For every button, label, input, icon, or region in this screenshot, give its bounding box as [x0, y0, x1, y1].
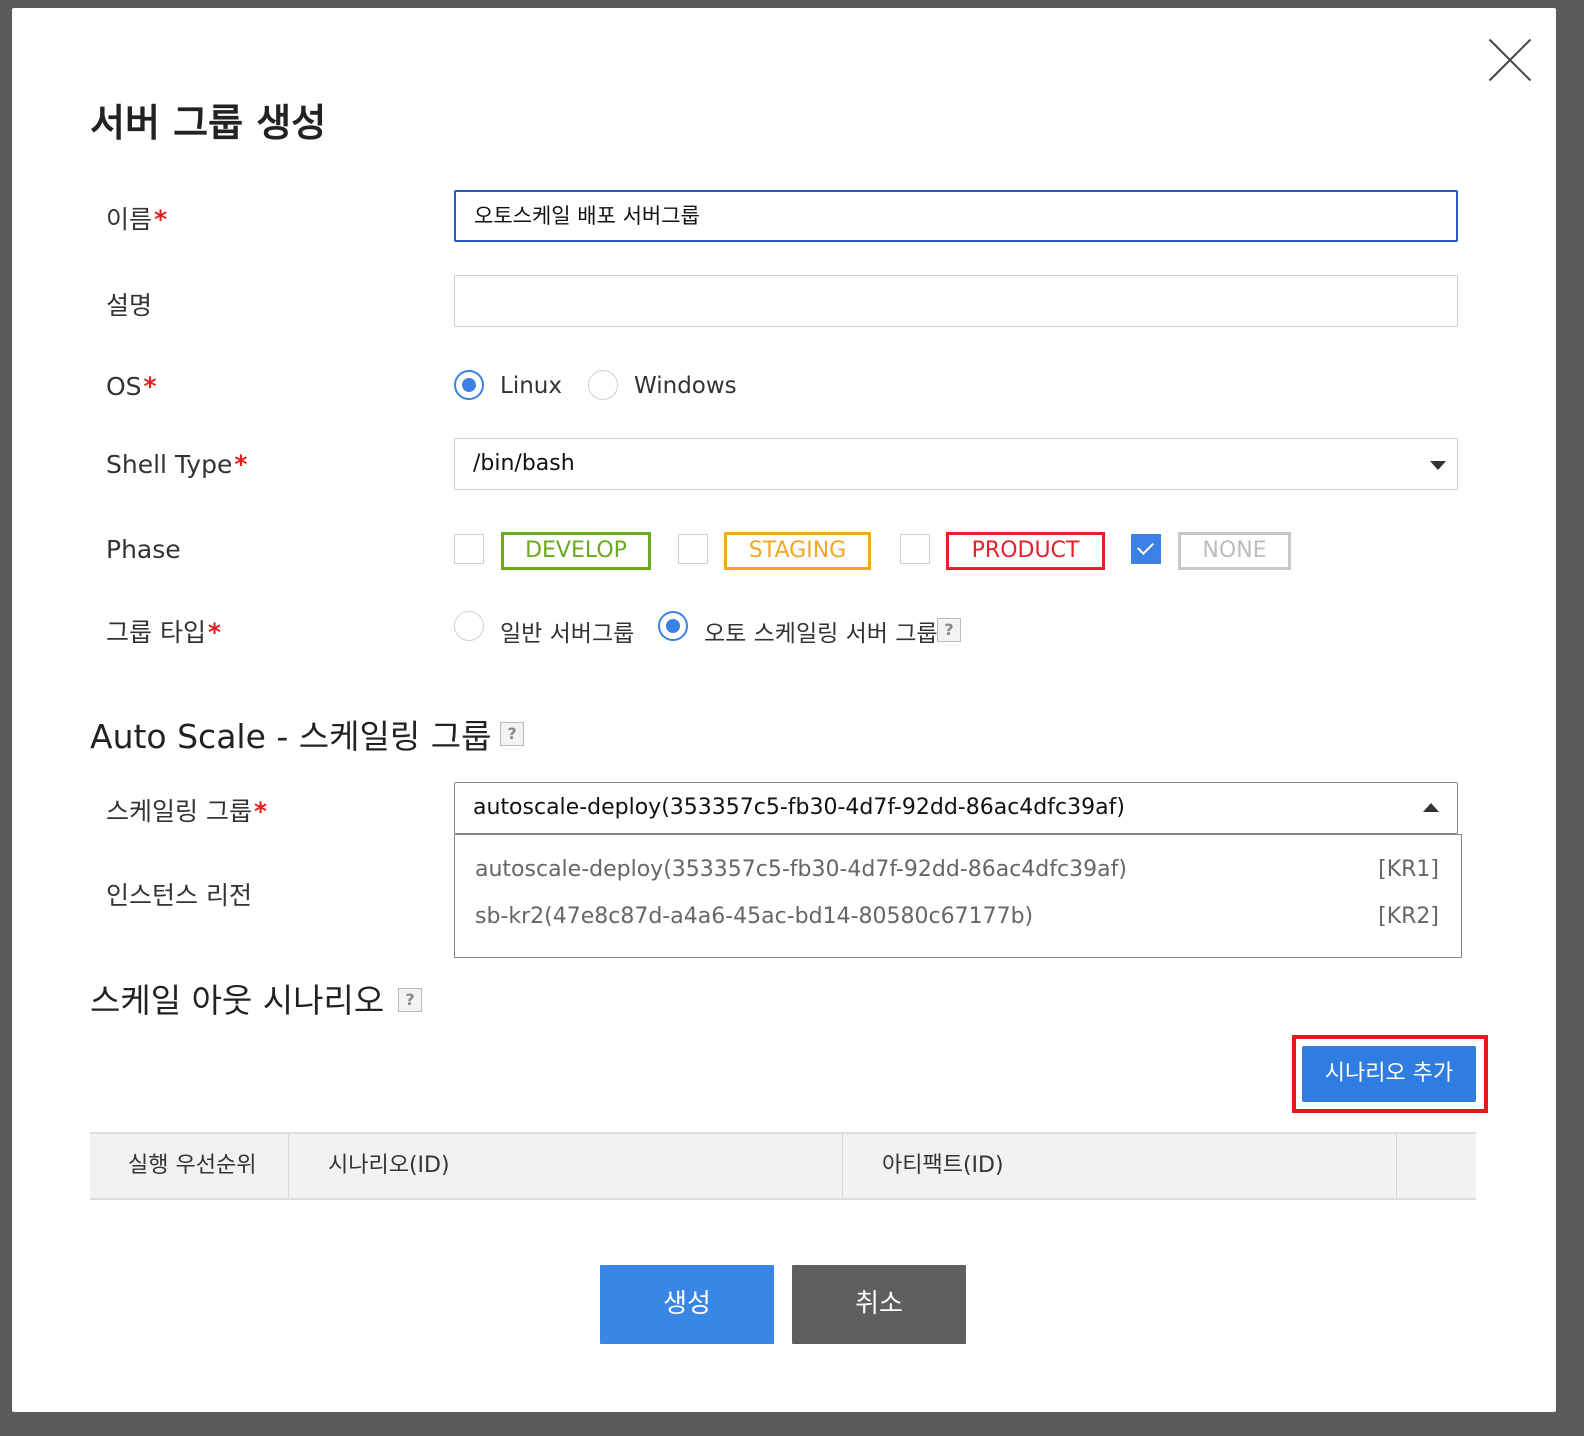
shell-type-label: Shell Type* — [106, 450, 248, 479]
description-input[interactable] — [454, 275, 1458, 327]
phase-product-tag: PRODUCT — [946, 532, 1105, 570]
chevron-up-icon — [1423, 803, 1439, 812]
phase-staging-tag: STAGING — [724, 532, 871, 570]
scaling-group-value: autoscale-deploy(353357c5-fb30-4d7f-92dd… — [473, 795, 1125, 820]
dialog-title: 서버 그룹 생성 — [90, 101, 327, 145]
group-type-help-icon[interactable]: ? — [937, 618, 961, 642]
add-scenario-button[interactable]: 시나리오 추가 — [1302, 1046, 1476, 1102]
scaling-group-label: 스케일링 그룹* — [106, 797, 268, 826]
os-windows-label: Windows — [634, 373, 737, 399]
scenario-table-header: 실행 우선순위 시나리오(ID) 아티팩트(ID) — [90, 1132, 1476, 1200]
phase-none-tag: NONE — [1178, 532, 1291, 570]
os-linux-radio[interactable] — [454, 370, 484, 400]
phase-staging-checkbox[interactable] — [678, 534, 708, 564]
os-label: OS* — [106, 372, 157, 401]
scaling-group-select[interactable]: autoscale-deploy(353357c5-fb30-4d7f-92dd… — [454, 782, 1458, 834]
column-divider — [842, 1134, 843, 1198]
create-server-group-dialog: 서버 그룹 생성 이름* 오토스케일 배포 서버그룹 설명 OS* Linux … — [12, 8, 1556, 1412]
scaling-group-option[interactable]: autoscale-deploy(353357c5-fb30-4d7f-92dd… — [475, 857, 1439, 897]
th-artifact: 아티팩트(ID) — [882, 1153, 1004, 1178]
scale-out-section-title: 스케일 아웃 시나리오 — [90, 981, 385, 1020]
create-button[interactable]: 생성 — [600, 1265, 774, 1344]
phase-label: Phase — [106, 535, 181, 564]
group-type-normal-radio[interactable] — [454, 611, 484, 641]
column-divider — [1396, 1134, 1397, 1198]
phase-none-checkbox[interactable] — [1131, 534, 1161, 564]
column-divider — [288, 1134, 289, 1198]
os-linux-label: Linux — [500, 373, 562, 399]
os-windows-radio[interactable] — [588, 370, 618, 400]
th-scenario: 시나리오(ID) — [328, 1153, 450, 1178]
scaling-group-dropdown: autoscale-deploy(353357c5-fb30-4d7f-92dd… — [454, 834, 1462, 958]
scaling-group-option[interactable]: sb-kr2(47e8c87d-a4a6-45ac-bd14-80580c671… — [475, 904, 1439, 944]
autoscale-help-icon[interactable]: ? — [500, 722, 524, 746]
th-priority: 실행 우선순위 — [128, 1153, 257, 1178]
scale-out-help-icon[interactable]: ? — [398, 988, 422, 1012]
group-type-autoscale-label: 오토 스케일링 서버 그룹 — [704, 621, 938, 647]
autoscale-section-title: Auto Scale - 스케일링 그룹 — [90, 717, 492, 756]
group-type-normal-label: 일반 서버그룹 — [500, 621, 635, 647]
instance-region-label: 인스턴스 리전 — [106, 881, 252, 910]
name-input[interactable]: 오토스케일 배포 서버그룹 — [454, 190, 1458, 242]
name-label: 이름* — [106, 205, 168, 234]
phase-develop-tag: DEVELOP — [501, 532, 651, 570]
shell-type-select[interactable]: /bin/bash — [454, 438, 1458, 490]
group-type-autoscale-radio[interactable] — [658, 611, 688, 641]
close-icon[interactable] — [1488, 38, 1532, 82]
chevron-down-icon — [1430, 461, 1446, 470]
shell-type-value: /bin/bash — [473, 451, 575, 476]
phase-develop-checkbox[interactable] — [454, 534, 484, 564]
group-type-label: 그룹 타입* — [106, 618, 222, 647]
phase-product-checkbox[interactable] — [900, 534, 930, 564]
cancel-button[interactable]: 취소 — [792, 1265, 966, 1344]
description-label: 설명 — [106, 291, 153, 320]
